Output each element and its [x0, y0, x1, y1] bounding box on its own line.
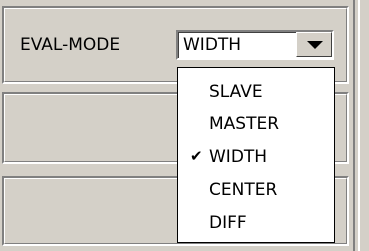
option-center[interactable]: CENTER [178, 175, 334, 205]
dropdown-button[interactable] [296, 32, 332, 57]
option-label: DIFF [209, 213, 247, 233]
option-label: MASTER [209, 114, 280, 134]
panel-frame-highlight [358, 0, 360, 251]
option-master[interactable]: MASTER [178, 109, 334, 139]
option-label: SLAVE [209, 82, 263, 102]
checkmark-icon: ✔ [190, 147, 203, 165]
chevron-down-icon [307, 41, 323, 49]
eval-mode-selected-value: WIDTH [183, 35, 242, 55]
option-width[interactable]: ✔ WIDTH [178, 142, 334, 172]
option-slave[interactable]: SLAVE [178, 77, 334, 107]
eval-mode-dropdown-list: SLAVE MASTER ✔ WIDTH CENTER DIFF [177, 67, 335, 243]
option-diff[interactable]: DIFF [178, 208, 334, 238]
option-label: WIDTH [209, 147, 268, 167]
option-label: CENTER [209, 180, 278, 200]
window-panel: EVAL-MODE WIDTH SLAVE MASTER ✔ WIDTH CEN… [0, 0, 369, 251]
eval-mode-label: EVAL-MODE [20, 35, 121, 55]
eval-mode-combobox[interactable]: WIDTH [176, 30, 334, 60]
